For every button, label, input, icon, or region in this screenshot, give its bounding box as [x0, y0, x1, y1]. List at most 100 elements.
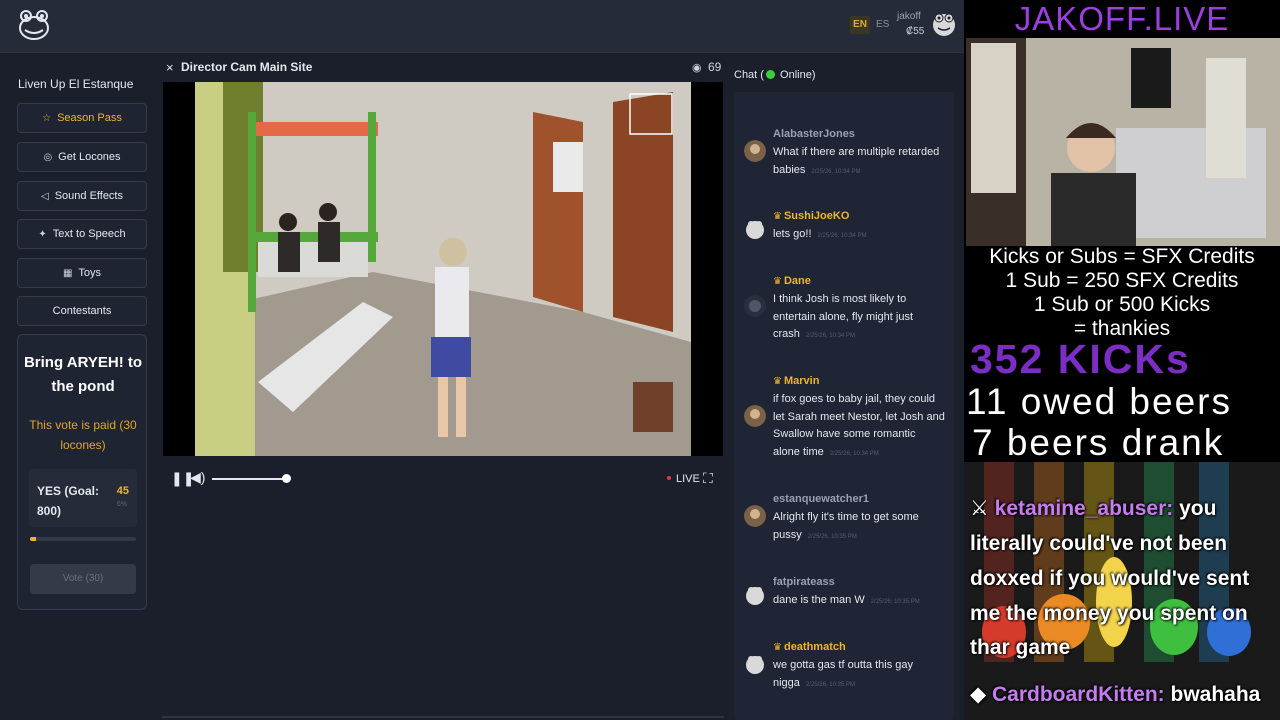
overlay-chat-line: literally could've not been [970, 532, 1228, 555]
chat-text: dane is the man W 2/25/26, 10:35 PM [773, 592, 945, 612]
close-icon[interactable]: × [166, 60, 174, 75]
vote-option-yes[interactable]: YES (Goal: 800) 45 6% [29, 469, 137, 527]
chat-timestamp: 2/25/26, 10:35 PM [807, 533, 857, 540]
contestants-label: Contestants [52, 305, 112, 317]
crown-icon: ♛ [773, 211, 782, 222]
kicks-counter: 352 KICKs [970, 336, 1191, 382]
webcam-image [966, 38, 1280, 246]
vote-button[interactable]: Vote (30) [30, 564, 136, 594]
chat-message-text: if fox goes to baby jail, they could let… [773, 393, 945, 458]
sound-effects-button[interactable]: ◁ Sound Effects [17, 181, 147, 211]
overlay-chat-line: ⚔ ketamine_abuser: you [970, 491, 1216, 526]
chat-text: I think Josh is most likely to entertain… [773, 291, 945, 346]
online-dot-icon [765, 70, 775, 79]
site-page: EN ES jakoff ₡55 Liven Up El Estanque ☆ … [0, 0, 964, 720]
chat-label-prefix: Chat ( [734, 69, 764, 81]
sword-icon: ⚔ [970, 497, 989, 520]
chat-username-text: Marvin [783, 375, 820, 387]
coin-icon: ◎ [43, 151, 53, 163]
fullscreen-icon[interactable]: ⛶ [703, 470, 713, 487]
overlay-chat-text: you [1173, 497, 1217, 520]
live-label: LIVE [676, 473, 700, 485]
chat-text: if fox goes to baby jail, they could let… [773, 391, 945, 463]
user-avatar-icon [744, 295, 766, 317]
chat-message-text: lets go!! [773, 228, 812, 240]
toys-button[interactable]: ▦ Toys [17, 258, 147, 288]
chat-username[interactable]: ♛ Dane [773, 275, 811, 287]
chat-timestamp: 2/25/26, 10:34 PM [829, 450, 879, 457]
chat-text: Alright fly it's time to get some pussy 2… [773, 509, 945, 546]
frog-avatar-icon [746, 221, 764, 239]
sidebar-title: Liven Up El Estanque [18, 77, 134, 91]
vote-title: Bring ARYEH! to the pond [23, 354, 143, 395]
chat-username-text: Dane [783, 275, 811, 287]
beers-owed-counter: 11 owed beers [966, 381, 1232, 422]
balance: ₡55 [906, 26, 925, 37]
chat-text: What if there are multiple retarded babi… [773, 144, 945, 181]
chat-username-text: SushiJoeKO [783, 210, 850, 222]
chat-timestamp: 2/25/26, 10:34 PM [805, 333, 855, 339]
volume-slider[interactable] [212, 478, 286, 480]
chat-username[interactable]: AlabasterJones [773, 128, 855, 140]
user-avatar-icon [744, 140, 766, 162]
frog-logo-icon[interactable] [16, 6, 52, 42]
overlay-title: JAKOFF.LIVE [1014, 0, 1230, 37]
language-en-button[interactable]: EN [850, 16, 870, 34]
overlay-chat-line: me the money you spent on [970, 602, 1248, 625]
vote-paid-note: This vote is paid (30 locones) [29, 418, 137, 452]
get-locones-label: Get Locones [58, 151, 121, 163]
overlay-chat-username: CardboardKitten: [992, 683, 1165, 706]
divider [162, 716, 724, 718]
sound-effects-label: Sound Effects [54, 190, 123, 202]
video-player[interactable] [163, 82, 723, 456]
overlay-chat-line: ◆ CardboardKitten: bwahaha [970, 677, 1260, 712]
beers-drank-counter: 7 beers drank [972, 422, 1225, 463]
chat-timestamp: 2/25/26, 10:35 PM [870, 599, 920, 605]
chat-label-suffix: Online) [776, 69, 816, 81]
cube-icon: ◆ [970, 683, 987, 706]
crown-icon: ♛ [773, 376, 782, 387]
eye-icon: ◉ [692, 62, 702, 74]
toys-label: Toys [78, 267, 102, 279]
get-locones-button[interactable]: ◎ Get Locones [17, 142, 147, 172]
volume-slider-handle[interactable] [282, 474, 291, 483]
star-icon: ☆ [42, 112, 52, 124]
frog-avatar-icon [746, 656, 764, 674]
chat-text: we gotta gas tf outta this gay nigga 2/25… [773, 657, 945, 694]
chat-username[interactable]: ♛ SushiJoeKO [773, 210, 849, 222]
vote-progress-fill [30, 537, 37, 541]
overlay-chat-line: doxxed if you would've sent [970, 567, 1250, 590]
live-dot-icon [667, 476, 671, 480]
chat-username[interactable]: ♛ Marvin [773, 375, 819, 387]
overlay-line: 1 Sub or 500 Kicks [1033, 293, 1211, 316]
video-title: Director Cam Main Site [181, 60, 313, 74]
chat-panel[interactable]: AlabasterJones What if there are multipl… [734, 92, 954, 720]
chat-username[interactable]: fatpirateass [773, 576, 835, 588]
user-avatar-icon[interactable] [930, 10, 958, 38]
top-bar [0, 0, 964, 53]
vote-progress-bar [30, 537, 136, 541]
season-pass-button[interactable]: ☆ Season Pass [17, 103, 147, 133]
crown-icon: ♛ [773, 642, 782, 653]
viewer-count: 69 [708, 60, 722, 74]
overlay-chat-line: thar game [970, 636, 1071, 659]
contestants-button[interactable]: Contestants [17, 296, 147, 326]
chat-username[interactable]: ♛ deathmatch [773, 641, 846, 653]
vote-option-label: YES (Goal: 800) [37, 484, 100, 518]
username: jakoff [897, 11, 921, 22]
volume-icon[interactable]: ◀) [190, 469, 205, 486]
chat-label: Chat ( Online) [734, 69, 816, 81]
language-es-button[interactable]: ES [876, 16, 889, 34]
gift-icon: ▦ [62, 267, 73, 279]
overlay-line: 1 Sub = 250 SFX Credits [1005, 269, 1239, 292]
chat-text: lets go!! 2/25/26, 10:34 PM [773, 226, 945, 246]
text-to-speech-label: Text to Speech [52, 228, 126, 240]
frog-avatar-icon [746, 587, 764, 605]
text-to-speech-button[interactable]: ✦ Text to Speech [17, 219, 147, 249]
sparkle-icon: ✦ [38, 228, 47, 240]
overlay-chat-username: ketamine_abuser: [994, 497, 1174, 520]
chat-message-text: dane is the man W [773, 594, 865, 606]
chat-username[interactable]: estanquewatcher1 [773, 493, 869, 505]
vote-panel: Bring ARYEH! to the pond This vote is pa… [17, 334, 147, 610]
user-avatar-icon [744, 405, 766, 427]
